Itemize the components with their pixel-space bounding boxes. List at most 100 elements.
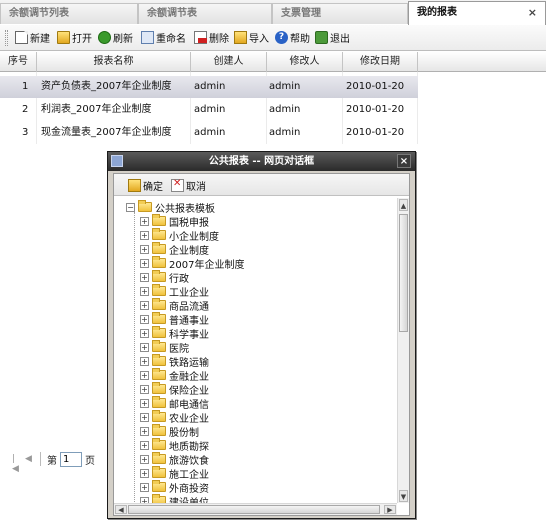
tree-node[interactable]: + 铁路运输 [140,354,209,369]
column-header-creator[interactable]: 创建人 [191,52,267,72]
expand-icon[interactable]: + [140,230,149,240]
tab-label: 余额调节表 [147,8,197,19]
expand-icon[interactable]: + [140,454,149,464]
tree-node[interactable]: + 保险企业 [140,382,209,397]
confirm-icon [128,178,141,192]
column-header-modifier[interactable]: 修改人 [267,52,343,72]
tree-node[interactable]: + 股份制 [140,424,199,439]
row-modifier: admin [269,127,301,138]
tree-node-label: 科学事业 [169,329,209,341]
scroll-left-icon[interactable]: ◀ [115,505,127,514]
row-modified-date: 2010-01-20 [346,127,405,138]
expand-icon[interactable]: + [140,258,149,268]
public-report-dialog: 公共报表 -- 网页对话框 × 确定 取消 − 公共报表模板 + 国税申报 + 小企… [107,151,416,519]
expand-icon[interactable]: + [140,384,149,394]
scrollbar-thumb[interactable] [128,505,380,514]
tree-node[interactable]: + 商品流通 [140,298,209,313]
prev-page-icon[interactable]: ◀ [25,454,34,464]
import-button[interactable]: 导入 [234,29,269,46]
expand-icon[interactable]: + [140,412,149,422]
tab-my-reports[interactable]: 我的报表 × [408,1,546,25]
pager-suffix: 页 [85,455,95,467]
close-icon[interactable]: × [528,7,537,19]
refresh-icon [98,31,111,44]
tree-node[interactable]: + 旅游饮食 [140,452,209,467]
delete-button[interactable]: 删除 [194,29,229,46]
folder-icon [152,368,166,380]
tree-node[interactable]: + 外商投资 [140,480,209,495]
tab-balance-adjust-sheet[interactable]: 余额调节表 [138,3,272,24]
exit-button[interactable]: 退出 [315,29,350,46]
scrollbar-thumb[interactable] [399,214,408,332]
tree-node[interactable]: + 普通事业 [140,312,209,327]
tree-node[interactable]: + 邮电通信 [140,396,209,411]
expand-icon[interactable]: + [140,216,149,226]
expand-icon[interactable]: + [140,286,149,296]
tree-vertical-scrollbar[interactable]: ▲ ▼ [397,198,409,503]
folder-icon [152,326,166,338]
open-button[interactable]: 打开 [57,29,92,46]
tree-node[interactable]: + 小企业制度 [140,228,219,243]
folder-icon [152,480,166,492]
tree-horizontal-scrollbar[interactable]: ◀ ▶ [114,503,397,515]
tree-node[interactable]: + 农业企业 [140,410,209,425]
confirm-button-label: 确定 [143,181,163,193]
tree-node[interactable]: + 国税申报 [140,214,209,229]
expand-icon[interactable]: + [140,342,149,352]
refresh-button[interactable]: 刷新 [98,29,133,46]
column-header-name[interactable]: 报表名称 [37,52,191,72]
expand-icon[interactable]: + [140,314,149,324]
collapse-icon[interactable]: − [126,202,135,212]
tree-node-root[interactable]: − 公共报表模板 [126,200,215,215]
scroll-right-icon[interactable]: ▶ [384,505,396,514]
dialog-title-bar[interactable]: 公共报表 -- 网页对话框 × [108,152,415,171]
tree-connector [134,212,135,502]
toolbar: 新建 打开 刷新 重命名 删除 导入 ? 帮助 退出 [0,25,546,51]
tree-node[interactable]: + 医院 [140,340,189,355]
expand-icon[interactable]: + [140,468,149,478]
tree-node-label: 邮电通信 [169,399,209,411]
expand-icon[interactable]: + [140,328,149,338]
expand-icon[interactable]: + [140,356,149,366]
tree-node[interactable]: +2007年企业制度 [140,256,244,271]
table-row[interactable]: 1 资产负债表_2007年企业制度 admin admin 2010-01-20 [0,76,418,98]
tree-node[interactable]: + 施工企业 [140,466,209,481]
tree-node-label: 保险企业 [169,385,209,397]
column-header-index[interactable]: 序号 [0,52,37,72]
table-row[interactable]: 3 现金流量表_2007年企业制度 admin admin 2010-01-20 [0,122,418,144]
folder-icon [152,284,166,296]
folder-icon [152,298,166,310]
rename-button[interactable]: 重命名 [141,29,186,46]
tree-node[interactable]: + 金融企业 [140,368,209,383]
scroll-down-icon[interactable]: ▼ [399,490,408,502]
expand-icon[interactable]: + [140,244,149,254]
tree-node[interactable]: + 行政 [140,270,189,285]
tree-node[interactable]: + 建设单位 [140,494,209,503]
help-button[interactable]: ? 帮助 [275,29,310,46]
expand-icon[interactable]: + [140,272,149,282]
report-template-tree: − 公共报表模板 + 国税申报 + 小企业制度 + 企业制度 +2007年企业制度 +… [114,198,397,503]
tab-check-management[interactable]: 支票管理 [272,3,408,24]
expand-icon[interactable]: + [140,440,149,450]
expand-icon[interactable]: + [140,398,149,408]
expand-icon[interactable]: + [140,426,149,436]
page-number-input[interactable] [60,451,82,467]
expand-icon[interactable]: + [140,370,149,380]
first-page-icon[interactable]: |◀ [12,454,21,474]
close-icon[interactable]: × [397,154,411,168]
row-report-name: 资产负债表_2007年企业制度 [41,81,172,92]
tree-node[interactable]: + 企业制度 [140,242,209,257]
confirm-button[interactable]: 确定 [128,177,163,193]
table-row[interactable]: 2 利润表_2007年企业制度 admin admin 2010-01-20 [0,99,418,121]
pager-divider [40,452,41,466]
tree-node[interactable]: + 地质勘探 [140,438,209,453]
scroll-up-icon[interactable]: ▲ [399,199,408,211]
tree-node[interactable]: + 工业企业 [140,284,209,299]
column-header-date[interactable]: 修改日期 [343,52,418,72]
new-button[interactable]: 新建 [15,29,50,46]
tree-node[interactable]: + 科学事业 [140,326,209,341]
tab-balance-adjust-list[interactable]: 余额调节列表 [0,3,138,24]
expand-icon[interactable]: + [140,482,149,492]
cancel-button[interactable]: 取消 [171,177,206,193]
expand-icon[interactable]: + [140,300,149,310]
